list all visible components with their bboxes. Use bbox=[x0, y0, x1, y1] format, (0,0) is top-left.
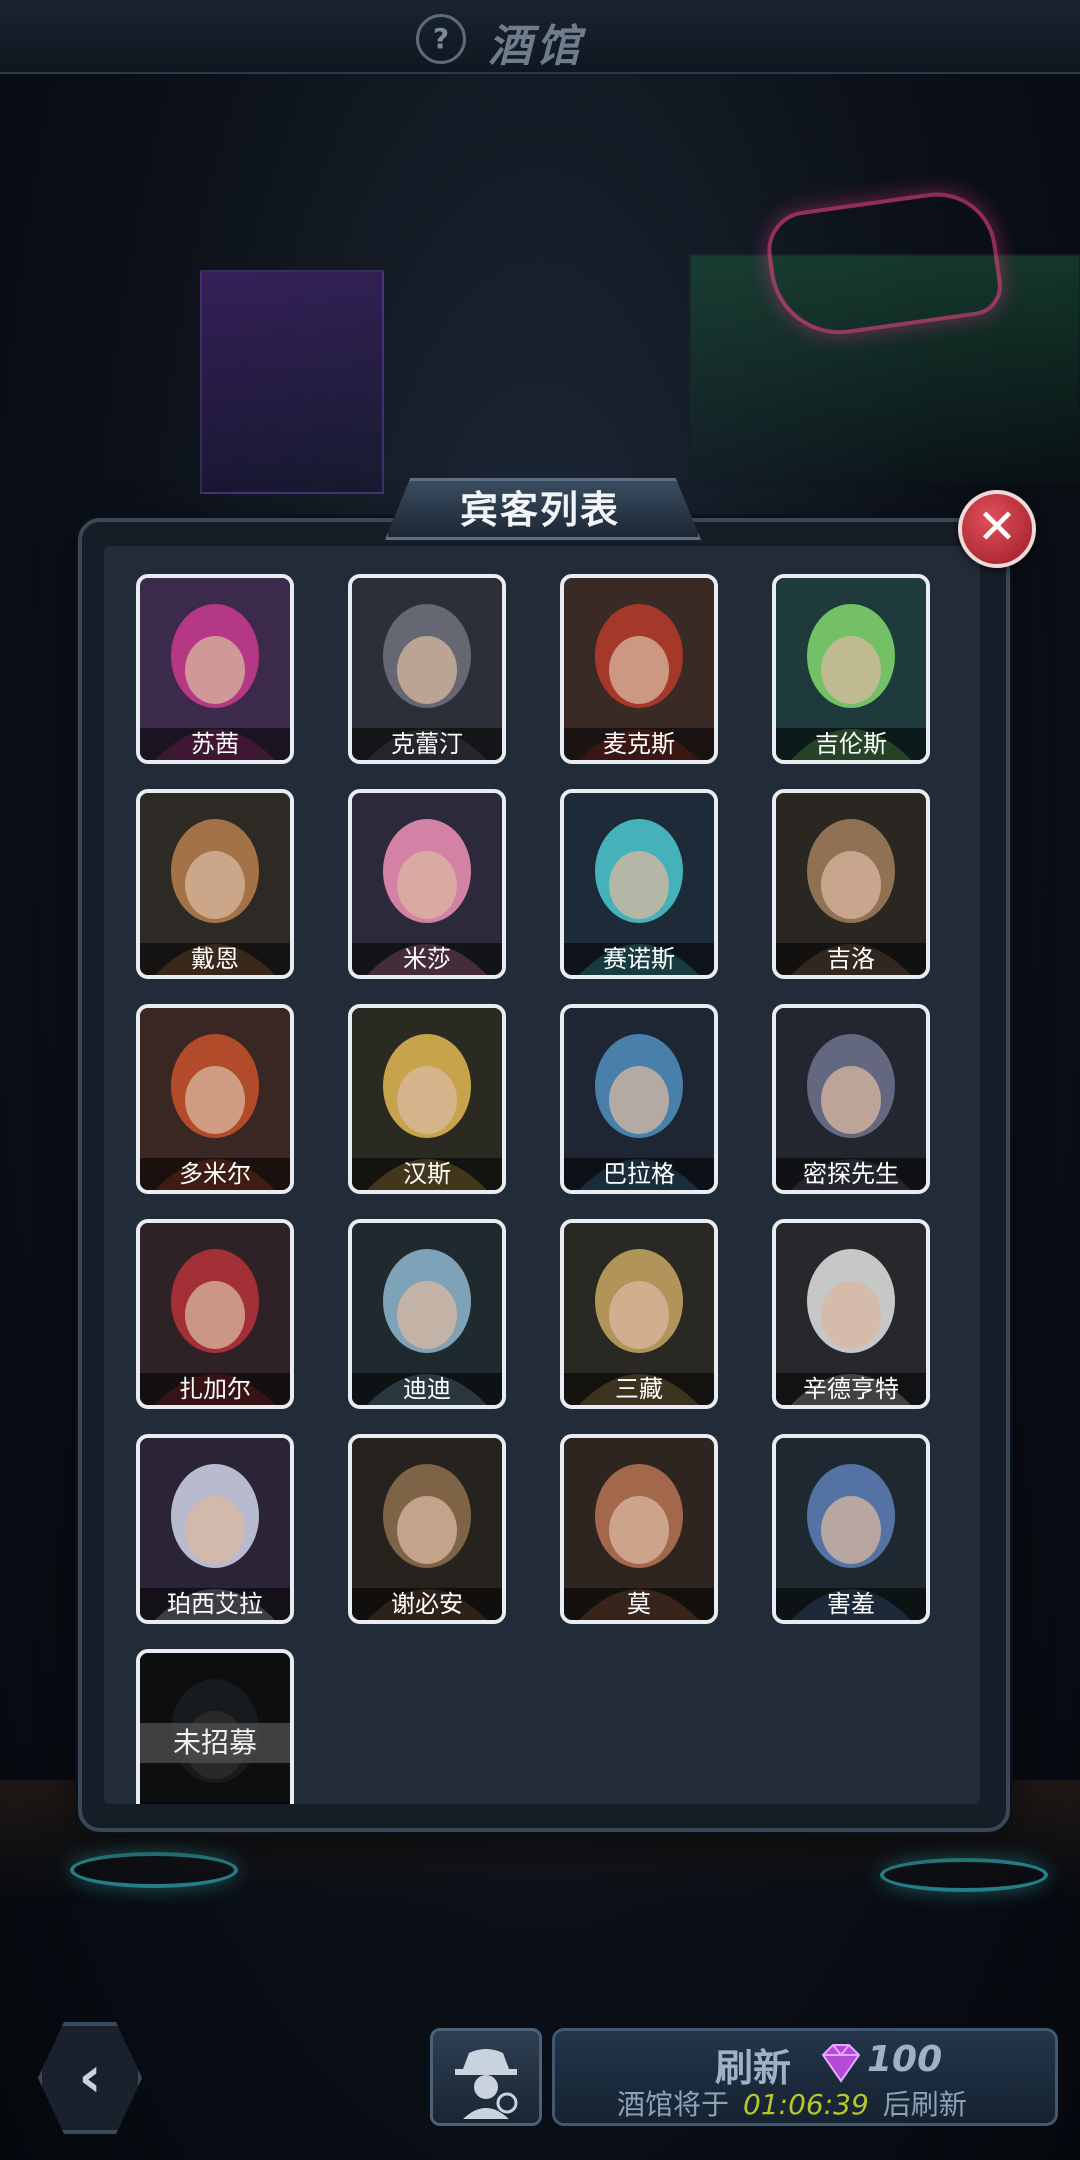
bg-screen bbox=[200, 270, 384, 494]
spy-icon bbox=[455, 2049, 518, 2119]
guest-card[interactable]: 三藏 bbox=[560, 1219, 718, 1409]
timer-prefix: 酒馆将于 bbox=[617, 2088, 730, 2121]
guest-name: 害羞 bbox=[776, 1588, 926, 1620]
help-icon[interactable]: ? bbox=[416, 14, 466, 64]
guest-name: 巴拉格 bbox=[564, 1158, 714, 1190]
guest-name: 克蕾汀 bbox=[352, 728, 502, 760]
guest-name: 迪迪 bbox=[352, 1373, 502, 1405]
spy-button[interactable] bbox=[430, 2028, 542, 2126]
timer-value: 01:06:39 bbox=[743, 2088, 869, 2121]
back-icon: ‹ bbox=[78, 2045, 102, 2110]
guest-card[interactable]: 未招募云雀 bbox=[136, 1649, 294, 1804]
guest-card[interactable]: 迪迪 bbox=[348, 1219, 506, 1409]
guest-card[interactable]: 克蕾汀 bbox=[348, 574, 506, 764]
guest-name: 珀西艾拉 bbox=[140, 1588, 290, 1620]
guest-card[interactable]: 巴拉格 bbox=[560, 1004, 718, 1194]
gem-icon bbox=[821, 2044, 861, 2083]
guest-card[interactable]: 吉洛 bbox=[772, 789, 930, 979]
guest-card[interactable]: 吉伦斯 bbox=[772, 574, 930, 764]
close-icon: ✕ bbox=[976, 499, 1018, 555]
guest-name: 吉洛 bbox=[776, 943, 926, 975]
guest-card[interactable]: 赛诺斯 bbox=[560, 789, 718, 979]
guest-name: 麦克斯 bbox=[564, 728, 714, 760]
guest-name: 谢必安 bbox=[352, 1588, 502, 1620]
guest-grid: 苏茜 克蕾汀 麦克斯 吉伦斯戴恩 米莎 赛诺斯 吉洛多米尔 汉斯 巴拉格 密探先生扎加尔 迪迪 三藏 辛… bbox=[104, 546, 980, 1804]
top-header: ? 酒馆 bbox=[0, 0, 1080, 74]
guest-card[interactable]: 扎加尔 bbox=[136, 1219, 294, 1409]
guest-name: 多米尔 bbox=[140, 1158, 290, 1190]
dialog-title: 宾客列表 bbox=[459, 488, 620, 532]
guest-card[interactable]: 戴恩 bbox=[136, 789, 294, 979]
bg-floor-ring bbox=[880, 1858, 1048, 1892]
guest-list-dialog: 苏茜 克蕾汀 麦克斯 吉伦斯戴恩 米莎 赛诺斯 吉洛多米尔 汉斯 巴拉格 密探先生扎加尔 迪迪 三藏 辛… bbox=[78, 518, 1010, 1832]
close-button[interactable]: ✕ bbox=[958, 490, 1036, 568]
refresh-timer: 酒馆将于 01:06:39 后刷新 bbox=[617, 2083, 967, 2123]
guest-card[interactable]: 苏茜 bbox=[136, 574, 294, 764]
guest-name: 莫 bbox=[564, 1588, 714, 1620]
guest-card[interactable]: 珀西艾拉 bbox=[136, 1434, 294, 1624]
timer-suffix: 后刷新 bbox=[882, 2088, 967, 2121]
guest-card[interactable]: 米莎 bbox=[348, 789, 506, 979]
guest-card[interactable]: 麦克斯 bbox=[560, 574, 718, 764]
guest-name: 米莎 bbox=[352, 943, 502, 975]
guest-name: 密探先生 bbox=[776, 1158, 926, 1190]
guest-card[interactable]: 密探先生 bbox=[772, 1004, 930, 1194]
refresh-button[interactable]: 刷新 100 酒馆将于 01:06:39 后刷新 bbox=[552, 2028, 1058, 2126]
guest-name: 汉斯 bbox=[352, 1158, 502, 1190]
guest-card[interactable]: 莫 bbox=[560, 1434, 718, 1624]
guest-name: 戴恩 bbox=[140, 943, 290, 975]
guest-name: 云雀 bbox=[140, 1803, 290, 1804]
guest-name: 辛德亨特 bbox=[776, 1373, 926, 1405]
guest-name: 苏茜 bbox=[140, 728, 290, 760]
guest-card[interactable]: 害羞 bbox=[772, 1434, 930, 1624]
page-title: 酒馆 bbox=[488, 21, 584, 72]
guest-card[interactable]: 谢必安 bbox=[348, 1434, 506, 1624]
guest-name: 三藏 bbox=[564, 1373, 714, 1405]
guest-name: 赛诺斯 bbox=[564, 943, 714, 975]
guest-card[interactable]: 多米尔 bbox=[136, 1004, 294, 1194]
bg-floor-ring bbox=[70, 1852, 238, 1888]
guest-card[interactable]: 辛德亨特 bbox=[772, 1219, 930, 1409]
not-recruited-badge: 未招募 bbox=[140, 1723, 290, 1763]
guest-card[interactable]: 汉斯 bbox=[348, 1004, 506, 1194]
guest-name: 吉伦斯 bbox=[776, 728, 926, 760]
guest-name: 扎加尔 bbox=[140, 1373, 290, 1405]
refresh-cost: 100 bbox=[867, 2039, 943, 2080]
